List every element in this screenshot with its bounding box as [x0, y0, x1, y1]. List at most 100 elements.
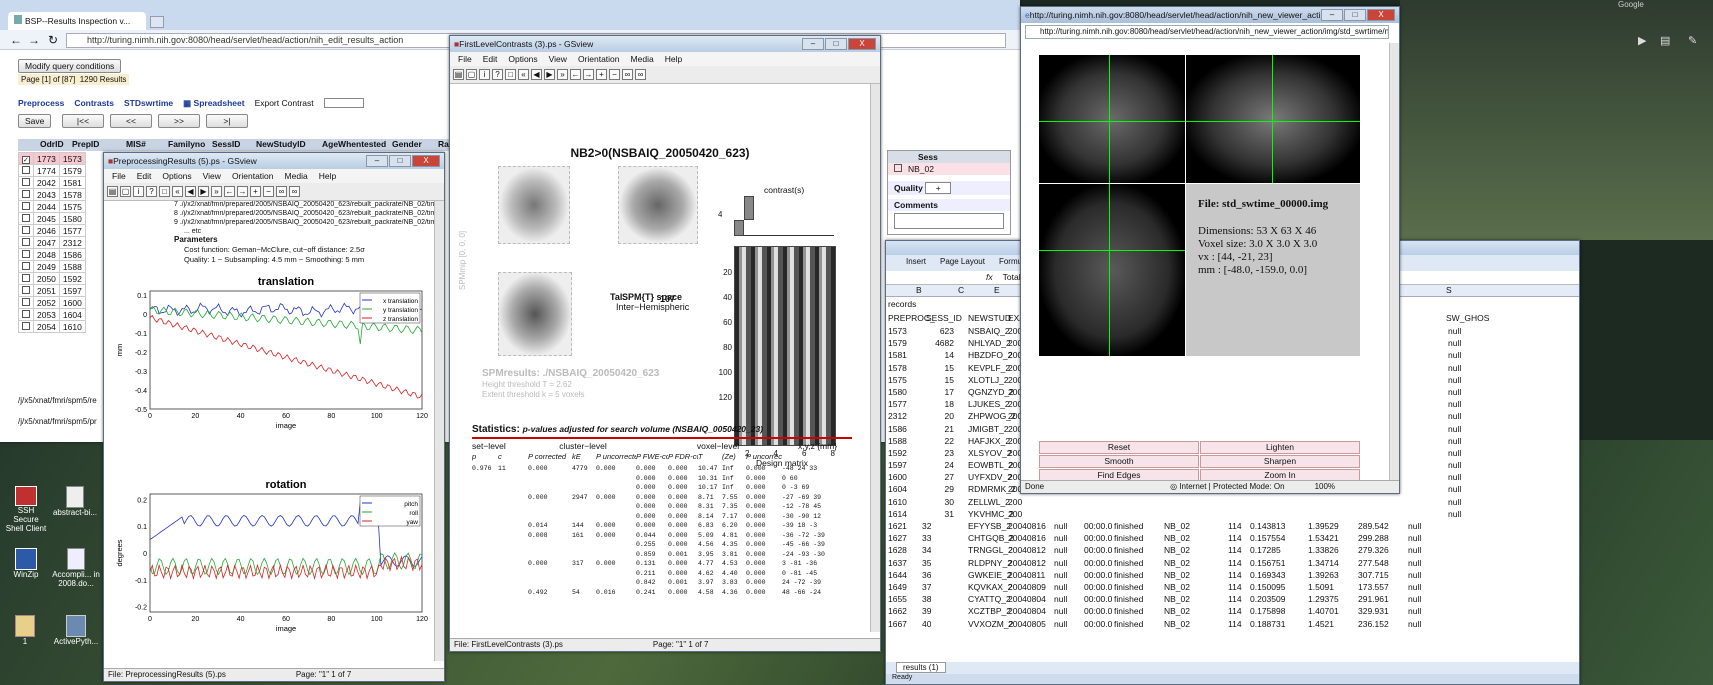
sheet-row[interactable]: 1628 34 TRNGGL_2 20040812 null 00:00.0 finishe…: [888, 545, 1578, 557]
reload-icon[interactable]: ↻: [48, 33, 58, 47]
zoom-in-icon[interactable]: +: [596, 69, 607, 80]
viewer-smooth-button[interactable]: Smooth: [1039, 455, 1199, 468]
sheet-row[interactable]: 1667 40 VVXOZM_2 20040805 null 00:00.0 finishe…: [888, 619, 1578, 631]
desktop-icon-winzip[interactable]: WinZip: [4, 548, 48, 579]
modify-query-button[interactable]: Modify query conditions: [18, 59, 122, 73]
contrasts-vscroll[interactable]: [870, 84, 880, 632]
zoom-out-icon[interactable]: −: [263, 186, 274, 197]
viewer-reset-button[interactable]: Reset: [1039, 441, 1199, 454]
link-preprocess[interactable]: Preprocess: [18, 98, 64, 109]
ribbon-tab-insert[interactable]: Insert: [906, 257, 926, 269]
desktop-icon-folder[interactable]: 1: [10, 615, 40, 646]
first-page-button[interactable]: |<<: [62, 114, 104, 128]
ie-vscroll[interactable]: [1389, 43, 1399, 481]
maximize-button[interactable]: □: [1344, 9, 1366, 21]
sheet-row[interactable]: 1610 30 ZELLWL_2 200 null: [888, 497, 1578, 509]
play-icon[interactable]: ▶: [1638, 34, 1646, 47]
row-checkbox[interactable]: [18, 188, 34, 201]
table-row[interactable]: 2052 1600: [18, 296, 86, 309]
next-icon[interactable]: ▶: [544, 69, 555, 80]
back-icon[interactable]: ←: [570, 69, 581, 80]
mri-axial-view[interactable]: [1039, 184, 1185, 356]
viewer-lighten-button[interactable]: Lighten: [1200, 441, 1360, 454]
table-row[interactable]: 2053 1604: [18, 308, 86, 321]
table-row[interactable]: 2054 1610: [18, 320, 86, 333]
first-icon[interactable]: «: [518, 69, 529, 80]
col-ra[interactable]: Ra: [438, 139, 449, 151]
forward-icon[interactable]: →: [583, 69, 594, 80]
back-icon[interactable]: ←: [224, 186, 235, 197]
table-row[interactable]: ✓ 1773 1573: [18, 152, 86, 165]
help-icon[interactable]: ?: [146, 186, 157, 197]
link-stdswrtime[interactable]: STDswrtime: [124, 98, 173, 109]
viewer-sharpen-button[interactable]: Sharpen: [1200, 455, 1360, 468]
row-checkbox[interactable]: [18, 308, 34, 321]
table-row[interactable]: 2045 1580: [18, 212, 86, 225]
row-checkbox[interactable]: [18, 212, 34, 225]
sheet-row[interactable]: 1621 32 EFYYSB_2 20040816 null 00:00.0 finishe…: [888, 521, 1578, 533]
menu-file[interactable]: File: [458, 54, 472, 64]
forward-icon[interactable]: →: [237, 186, 248, 197]
sheet-tab-results[interactable]: results (1): [896, 662, 946, 673]
prev-page-button[interactable]: <<: [110, 114, 152, 128]
menu-help[interactable]: Help: [665, 54, 682, 64]
desktop-icon-ssh[interactable]: SSH Secure Shell Client: [4, 486, 48, 533]
menu-options[interactable]: Options: [162, 171, 191, 181]
table-row[interactable]: 2043 1578: [18, 188, 86, 201]
col-gender[interactable]: Gender: [392, 139, 438, 151]
close-button[interactable]: X: [1367, 9, 1395, 21]
col-odrid[interactable]: OdrID: [40, 139, 72, 151]
open-icon[interactable]: ▤: [107, 186, 118, 197]
back-icon[interactable]: ←: [10, 33, 22, 47]
col-newstudyid[interactable]: NewStudyID: [256, 139, 322, 151]
row-checkbox[interactable]: [18, 236, 34, 249]
ribbon-tab-page-layout[interactable]: Page Layout: [940, 257, 985, 269]
menu-media[interactable]: Media: [285, 171, 308, 181]
row-checkbox[interactable]: [18, 320, 34, 333]
sheet-row[interactable]: 1614 31 YKVHMC_2 200 null: [888, 509, 1578, 521]
mri-coronal-view[interactable]: [1186, 55, 1360, 183]
table-row[interactable]: 2047 2312: [18, 236, 86, 249]
gsview-vscroll[interactable]: [434, 201, 444, 661]
forward-icon[interactable]: →: [28, 33, 40, 47]
next-page-button[interactable]: >>: [158, 114, 200, 128]
menu-options[interactable]: Options: [508, 54, 537, 64]
sheet-row[interactable]: 1649 37 KQVKAX_2 20040809 null 00:00.0 finishe…: [888, 582, 1578, 594]
minimize-button[interactable]: –: [802, 38, 824, 50]
sheet-row[interactable]: 1644 36 GWKEIE_2 20040811 null 00:00.0 finishe…: [888, 570, 1578, 582]
row-checkbox[interactable]: [18, 224, 34, 237]
page-icon[interactable]: □: [505, 69, 516, 80]
quality-select[interactable]: +: [925, 182, 952, 194]
table-row[interactable]: 2046 1577: [18, 224, 86, 237]
zoom-level[interactable]: 100%: [1315, 482, 1335, 491]
desktop-icon-abstract[interactable]: abstract-bi...: [52, 486, 98, 517]
close-button[interactable]: X: [848, 38, 876, 50]
mri-sagittal-view[interactable]: [1039, 55, 1185, 183]
menu-view[interactable]: View: [549, 54, 567, 64]
last-icon[interactable]: »: [211, 186, 222, 197]
prev-icon[interactable]: ◀: [531, 69, 542, 80]
table-row[interactable]: 2044 1575: [18, 200, 86, 213]
col-sessid[interactable]: SessID: [212, 139, 256, 151]
glasses-icon[interactable]: ∞: [289, 186, 300, 197]
sheet-row[interactable]: 1655 38 CYATTQ_2 20040804 null 00:00.0 finishe…: [888, 594, 1578, 606]
row-checkbox[interactable]: [18, 176, 34, 189]
first-icon[interactable]: «: [172, 186, 183, 197]
browser-tab[interactable]: BSP--Results Inspection v...: [8, 12, 146, 30]
col-agewhentested[interactable]: AgeWhentested: [322, 139, 392, 151]
sheet-row[interactable]: 1637 35 RLDPNY_2 20040812 null 00:00.0 finishe…: [888, 558, 1578, 570]
table-row[interactable]: 1774 1579: [18, 164, 86, 177]
minimize-button[interactable]: –: [1321, 9, 1343, 21]
maximize-button[interactable]: □: [825, 38, 847, 50]
table-row[interactable]: 2048 1586: [18, 248, 86, 261]
menu-file[interactable]: File: [112, 171, 126, 181]
row-checkbox[interactable]: [18, 248, 34, 261]
desktop-icon-activepython[interactable]: ActivePyth...: [52, 615, 100, 646]
sess-checkbox[interactable]: [894, 164, 902, 172]
print-icon[interactable]: ▢: [466, 69, 477, 80]
last-icon[interactable]: »: [557, 69, 568, 80]
desktop-icon-accomplishments[interactable]: Accompli... in 2008.do...: [52, 548, 100, 588]
print-icon[interactable]: ▢: [120, 186, 131, 197]
sess-row[interactable]: NB_02: [888, 163, 1010, 175]
row-checkbox[interactable]: [18, 272, 34, 285]
